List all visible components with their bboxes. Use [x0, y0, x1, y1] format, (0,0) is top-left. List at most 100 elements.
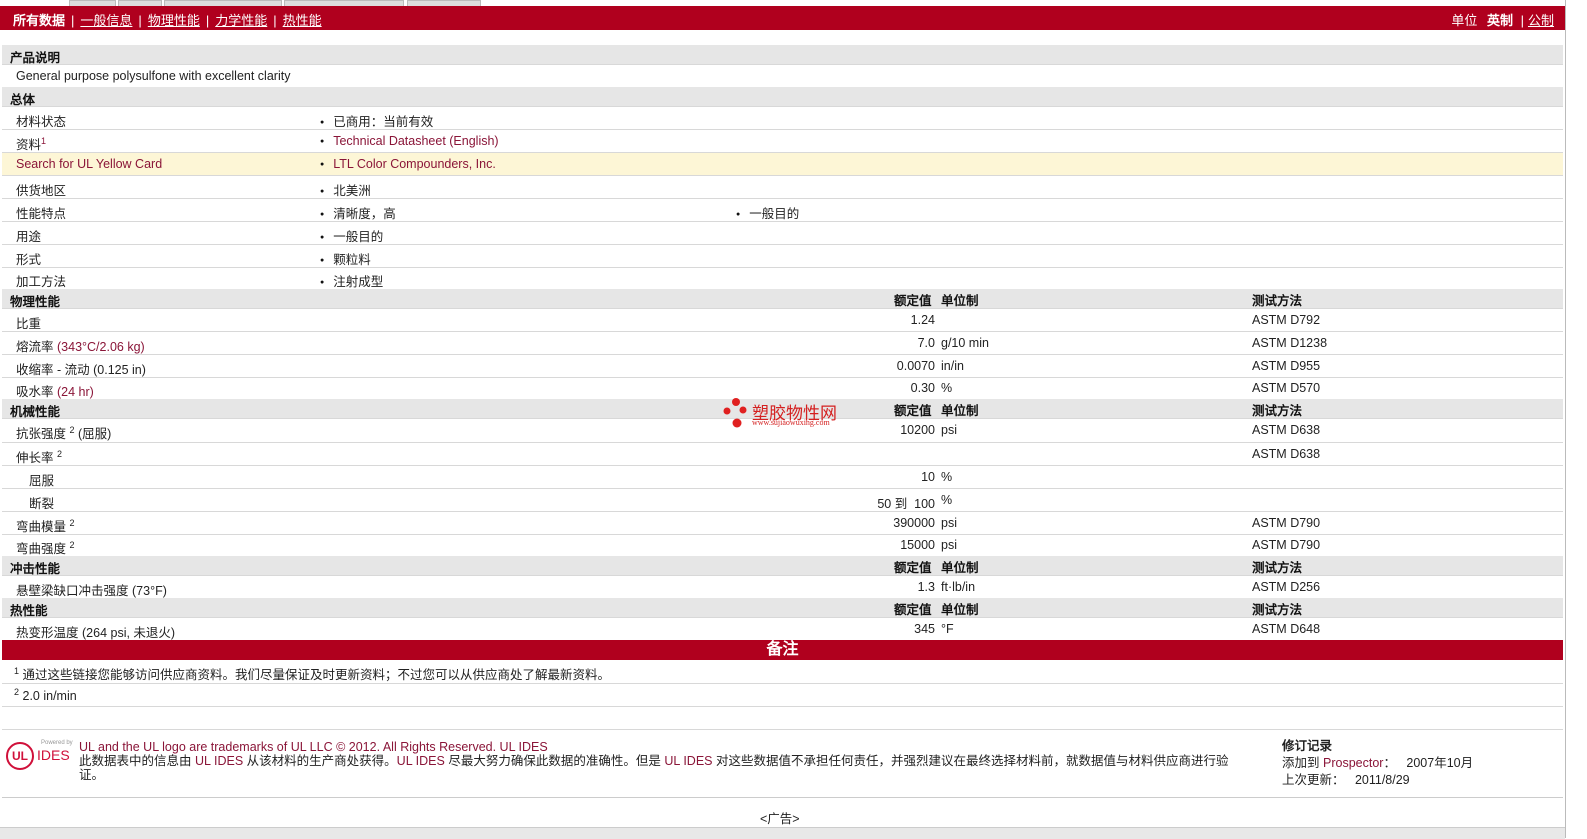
row-label: 抗张强度 [16, 427, 67, 441]
row-label: 断裂 [29, 497, 55, 511]
tab-all-data[interactable]: 所有数据 [13, 13, 65, 28]
row-value: 一般目的 [320, 226, 383, 245]
footnote-text: 2.0 in/min [22, 689, 77, 704]
watermark-url: www.sujiaowuxing.com [752, 418, 830, 427]
row-condition: (屈服) [78, 427, 112, 441]
table-row: 屈服 10 % [2, 466, 1563, 489]
row-label: 加工方法 [16, 275, 67, 289]
row-unit: psi [941, 516, 957, 530]
row-condition: (73°F) [132, 584, 167, 598]
row-label: 供货地区 [16, 184, 67, 198]
revision-history: 修订记录 添加到 Prospector： 2007年10月 上次更新： 2011… [1282, 738, 1562, 789]
table-row: 悬壁梁缺口冲击强度 (73°F) 1.3 ft·lb/in ASTM D256 [2, 576, 1563, 599]
table-row: 用途 一般目的 [2, 222, 1563, 245]
section-title: 总体 [10, 93, 36, 107]
row-method: ASTM D792 [1252, 313, 1321, 327]
ad-placeholder: <广告> [760, 812, 800, 826]
datasheet-nav-bar: 所有数据 | 一般信息 | 物理性能 | 力学性能 | 热性能 单位 英制 | 公制 [0, 6, 1565, 30]
horizontal-scrollbar[interactable] [0, 827, 1565, 839]
row-label: 熔流率 [16, 340, 54, 354]
row-condition: (24 hr) [57, 385, 94, 399]
section-header-thermal: 热性能 额定值 单位制 测试方法 [2, 598, 1563, 618]
row-unit: psi [941, 538, 957, 552]
row-label: 屈服 [29, 474, 55, 488]
row-unit: °F [941, 622, 954, 636]
row-value: 1.3 [917, 580, 935, 594]
row-method: ASTM D955 [1252, 359, 1321, 373]
col-header-rated: 额定值 [894, 561, 932, 575]
row-value: 0.30 [910, 381, 935, 395]
ul-yellow-card-link[interactable]: Search for UL Yellow Card [16, 157, 162, 171]
row-label: 用途 [16, 230, 42, 244]
row-unit: % [941, 381, 953, 395]
row-value: 345 [914, 622, 935, 636]
row-unit: ft·lb/in [941, 580, 976, 594]
row-method: ASTM D1238 [1252, 336, 1328, 350]
footnote-row: 1 通过这些链接您能够访问供应商资料。我们尽量保证及时更新资料；不过您可以从供应… [2, 661, 1563, 684]
updated-date: 2011/8/29 [1354, 773, 1410, 787]
row-value: 1.24 [910, 313, 935, 327]
section-header-physical: 物理性能 额定值 单位制 测试方法 [2, 289, 1563, 309]
col-header-method: 测试方法 [1252, 294, 1303, 308]
footnote-number: 1 [14, 665, 20, 676]
ul-ides-logo[interactable]: Powered by UL IDES [5, 740, 75, 772]
prospector-link[interactable]: Prospector [1323, 756, 1383, 770]
unit-metric-link[interactable]: 公制 [1528, 13, 1554, 28]
footnote-text: 通过这些链接您能够访问供应商资料。我们尽量保证及时更新资料；不过您可以从供应商处… [22, 668, 611, 682]
tab-physical[interactable]: 物理性能 [148, 13, 200, 28]
table-row: 伸长率 2 ASTM D638 [2, 443, 1563, 466]
col-header-unit: 单位制 [941, 294, 979, 308]
footnote-ref: 2 [57, 448, 63, 459]
row-label: 资料1 [16, 135, 47, 152]
col-header-method: 测试方法 [1252, 404, 1303, 418]
table-row: 资料1 Technical Datasheet (English) [2, 130, 1563, 153]
row-method: ASTM D570 [1252, 381, 1321, 395]
table-row: 吸水率 (24 hr) 0.30 % ASTM D570 [2, 378, 1563, 400]
row-value: 15000 [900, 538, 935, 552]
ul-logo-icon: UL [6, 742, 34, 770]
datasheet-link[interactable]: Technical Datasheet (English) [320, 134, 498, 148]
row-unit: % [941, 493, 953, 507]
unit-english[interactable]: 英制 [1487, 13, 1513, 28]
section-title: 冲击性能 [10, 562, 61, 576]
section-tabs: 所有数据 | 一般信息 | 物理性能 | 力学性能 | 热性能 [13, 13, 322, 28]
row-value: 注射成型 [320, 271, 383, 290]
table-row: 比重 1.24 ASTM D792 [2, 309, 1563, 332]
tab-thermal[interactable]: 热性能 [283, 13, 322, 28]
col-header-unit: 单位制 [941, 561, 979, 575]
tab-general-info[interactable]: 一般信息 [80, 13, 132, 28]
row-label: 形式 [16, 253, 42, 267]
row-label: 比重 [16, 317, 42, 331]
footnote-ref: 2 [69, 539, 75, 550]
row-condition: (343°C/2.06 kg) [57, 340, 145, 354]
row-label: 性能特点 [16, 207, 67, 221]
supplier-link[interactable]: LTL Color Compounders, Inc. [320, 157, 496, 171]
row-method: ASTM D790 [1252, 516, 1321, 530]
row-method: ASTM D638 [1252, 423, 1321, 437]
tab-mechanical[interactable]: 力学性能 [215, 13, 267, 28]
product-description: General purpose polysulfone with excelle… [16, 69, 291, 83]
row-value: 已商用：当前有效 [320, 111, 433, 130]
table-row: 供货地区 北美洲 [2, 176, 1563, 199]
row-value: 7.0 [917, 336, 935, 350]
row-label: 悬壁梁缺口冲击强度 [16, 584, 129, 598]
blank-row [2, 707, 1563, 730]
revision-title: 修订记录 [1282, 739, 1333, 753]
section-header-general: 总体 [2, 87, 1563, 107]
table-row: 弯曲模量 2 390000 psi ASTM D790 [2, 512, 1563, 535]
table-row: 熔流率 (343°C/2.06 kg) 7.0 g/10 min ASTM D1… [2, 332, 1563, 355]
added-date: 2007年10月 [1406, 756, 1474, 770]
row-label: 收缩率 [16, 363, 54, 377]
footer-disclaimer: UL and the UL logo are trademarks of UL … [79, 740, 1269, 782]
table-row: 断裂 50 到 100 % [2, 489, 1563, 512]
row-label: 伸长率 [16, 451, 54, 465]
col-header-unit: 单位制 [941, 404, 979, 418]
row-label: 热变形温度 [16, 626, 79, 640]
section-header-product: 产品说明 [2, 45, 1563, 65]
row-condition: - 流动 (0.125 in) [57, 363, 146, 377]
scrollbar[interactable] [1565, 0, 1587, 838]
notes-header: 备注 [2, 640, 1563, 660]
row-unit: % [941, 470, 953, 484]
table-row: 热变形温度 (264 psi, 未退火) 345 °F ASTM D648 [2, 618, 1563, 641]
row-value: 北美洲 [320, 180, 371, 199]
